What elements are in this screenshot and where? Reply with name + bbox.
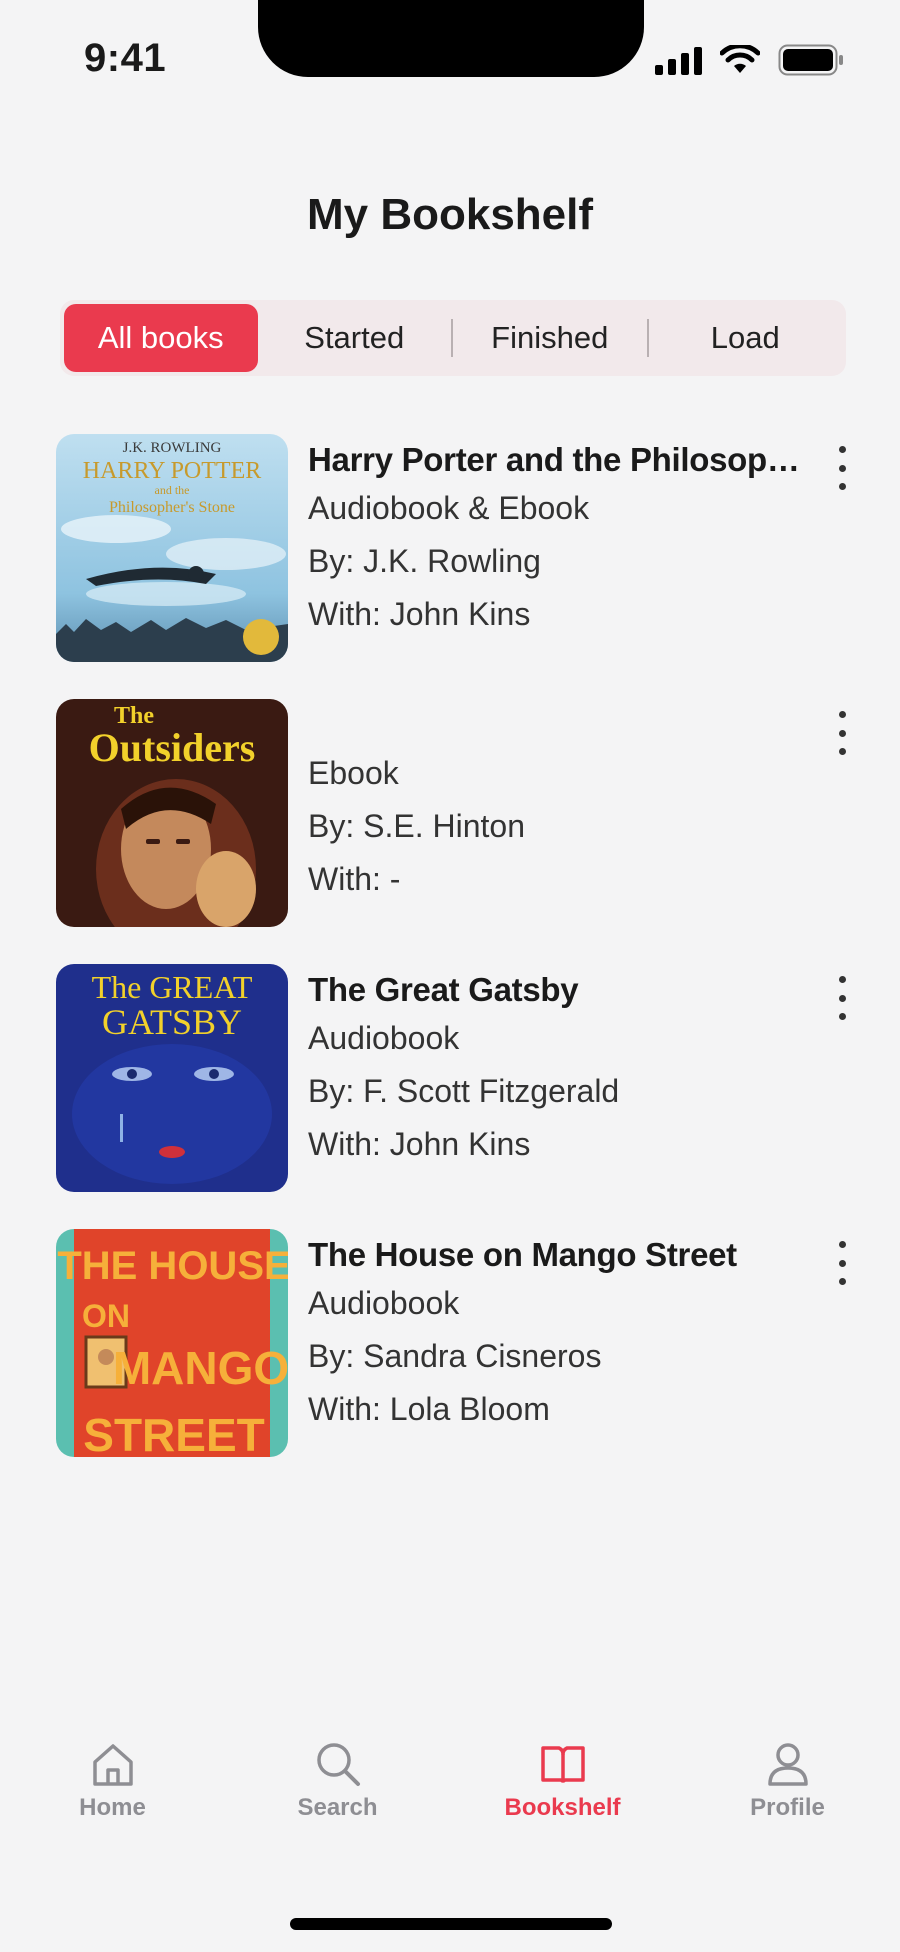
book-title[interactable] bbox=[308, 703, 808, 747]
book-info: Ebook By: S.E. Hinton With: - bbox=[308, 699, 808, 906]
bottom-tab-bar: Home Search Bookshelf Profile bbox=[0, 1740, 900, 1860]
book-cover-image[interactable]: The Outsiders bbox=[56, 699, 288, 927]
tab-label: Home bbox=[79, 1794, 146, 1821]
filter-started[interactable]: Started bbox=[258, 304, 452, 372]
battery-icon bbox=[778, 44, 843, 76]
book-narrator: With: John Kins bbox=[308, 1126, 531, 1162]
home-icon bbox=[92, 1744, 133, 1786]
status-time: 9:41 bbox=[84, 36, 167, 80]
book-format: Audiobook & Ebook bbox=[308, 490, 590, 526]
more-options-icon[interactable] bbox=[832, 446, 852, 490]
cover-text: STREET bbox=[83, 1409, 264, 1457]
cover-text: ON bbox=[82, 1298, 130, 1334]
more-options-icon[interactable] bbox=[832, 711, 852, 755]
cover-text: Outsiders bbox=[89, 725, 256, 770]
page-title: My Bookshelf bbox=[306, 190, 594, 239]
book-info: The House on Mango Street Audiobook By: … bbox=[308, 1229, 808, 1436]
book-format: Audiobook bbox=[308, 1020, 460, 1056]
book-author: By: S.E. Hinton bbox=[308, 808, 525, 844]
book-cover-image[interactable]: The GREAT GATSBY bbox=[56, 964, 288, 1192]
book-icon bbox=[540, 1746, 585, 1783]
book-author: By: Sandra Cisneros bbox=[308, 1338, 602, 1374]
status-bar: 9:41 bbox=[0, 0, 900, 120]
filter-finished[interactable]: Finished bbox=[453, 304, 647, 372]
search-icon bbox=[316, 1743, 360, 1786]
tab-label: Search bbox=[297, 1794, 378, 1821]
device-notch bbox=[258, 0, 644, 77]
tab-label: Bookshelf bbox=[504, 1794, 621, 1821]
status-icons bbox=[655, 44, 844, 76]
home-indicator[interactable] bbox=[290, 1918, 612, 1930]
book-narrator: With: - bbox=[308, 861, 401, 897]
filter-load[interactable]: Load bbox=[649, 304, 843, 372]
more-options-icon[interactable] bbox=[832, 1241, 852, 1285]
person-icon bbox=[767, 1743, 808, 1786]
book-item[interactable]: The GREAT GATSBY The Great Gatsby Audiob… bbox=[56, 964, 856, 1194]
book-author: By: J.K. Rowling bbox=[308, 543, 541, 579]
cover-text: Philosopher's Stone bbox=[109, 499, 235, 516]
book-title[interactable]: Harry Porter and the Philosophe... bbox=[308, 438, 808, 482]
cover-text: GATSBY bbox=[102, 1002, 242, 1042]
cover-text: THE HOUSE bbox=[57, 1244, 288, 1288]
more-options-icon[interactable] bbox=[832, 976, 852, 1020]
book-cover-image[interactable]: THE HOUSE ON MANGO STREET bbox=[56, 1229, 288, 1457]
book-title[interactable]: The Great Gatsby bbox=[308, 968, 808, 1012]
book-narrator: With: John Kins bbox=[308, 596, 531, 632]
cover-text: J.K. ROWLING bbox=[123, 440, 222, 456]
wifi-icon bbox=[720, 45, 760, 73]
tab-profile[interactable]: Profile bbox=[675, 1740, 900, 1860]
book-narrator: With: Lola Bloom bbox=[308, 1391, 550, 1427]
book-item[interactable]: J.K. ROWLING HARRY POTTER and the Philos… bbox=[56, 434, 856, 664]
tab-home[interactable]: Home bbox=[0, 1740, 225, 1860]
book-cover-image[interactable]: J.K. ROWLING HARRY POTTER and the Philos… bbox=[56, 434, 288, 662]
cover-text: The GREAT bbox=[92, 969, 253, 1005]
filter-all-books[interactable]: All books bbox=[64, 304, 258, 372]
cover-text: and the bbox=[155, 483, 190, 497]
filter-segmented-control: All books Started Finished Load bbox=[60, 300, 846, 376]
book-info: Harry Porter and the Philosophe... Audio… bbox=[308, 434, 808, 641]
book-info: The Great Gatsby Audiobook By: F. Scott … bbox=[308, 964, 808, 1171]
tab-search[interactable]: Search bbox=[225, 1740, 450, 1860]
book-item[interactable]: THE HOUSE ON MANGO STREET The House on M… bbox=[56, 1229, 856, 1459]
book-title[interactable]: The House on Mango Street bbox=[308, 1233, 808, 1277]
book-author: By: F. Scott Fitzgerald bbox=[308, 1073, 620, 1109]
book-format: Ebook bbox=[308, 755, 399, 791]
cover-text: MANGO bbox=[113, 1342, 288, 1394]
cellular-signal-icon bbox=[655, 45, 702, 75]
book-item[interactable]: The Outsiders Ebook By: S.E. Hinton With… bbox=[56, 699, 856, 929]
cover-text: HARRY POTTER bbox=[83, 458, 261, 484]
tab-bookshelf[interactable]: Bookshelf bbox=[450, 1740, 675, 1860]
book-format: Audiobook bbox=[308, 1285, 460, 1321]
tab-label: Profile bbox=[750, 1794, 825, 1821]
